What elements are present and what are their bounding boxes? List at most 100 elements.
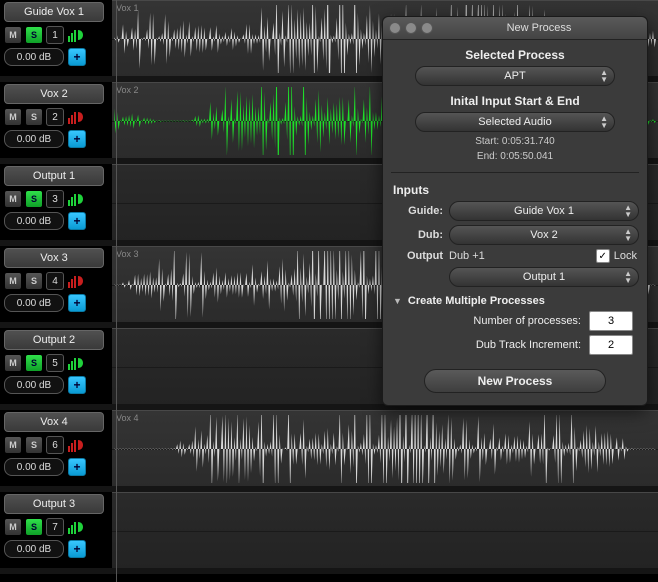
add-button[interactable]: +: [68, 540, 86, 558]
mute-button[interactable]: M: [4, 354, 22, 372]
gain-readout[interactable]: 0.00 dB: [4, 294, 64, 312]
speaker-icon[interactable]: [67, 109, 85, 125]
minimize-icon[interactable]: [405, 22, 417, 34]
updown-icon: ▲▼: [600, 69, 608, 83]
lock-label: Lock: [614, 250, 637, 262]
disclosure-triangle-icon: ▼: [393, 296, 402, 306]
dialog-titlebar[interactable]: New Process: [383, 17, 647, 40]
updown-icon: ▲▼: [600, 115, 608, 129]
gain-readout[interactable]: 0.00 dB: [4, 130, 64, 148]
mute-button[interactable]: M: [4, 272, 22, 290]
track-header: Vox 4 M S 6 0.00 dB +: [4, 412, 104, 486]
playhead[interactable]: [116, 0, 117, 582]
add-button[interactable]: +: [68, 376, 86, 394]
output-select[interactable]: Output 1 ▲▼: [449, 267, 639, 287]
gain-readout[interactable]: 0.00 dB: [4, 212, 64, 230]
dub-value: Vox 2: [530, 229, 558, 241]
track-row: Vox 4 M S 6 0.00 dB + Vox 4: [0, 410, 658, 486]
speaker-icon[interactable]: [67, 437, 85, 453]
mute-button[interactable]: M: [4, 26, 22, 44]
track-header: Vox 3 M S 4 0.00 dB +: [4, 248, 104, 322]
gain-readout[interactable]: 0.00 dB: [4, 458, 64, 476]
guide-value: Guide Vox 1: [514, 205, 574, 217]
window-controls: [389, 22, 433, 34]
add-button[interactable]: +: [68, 130, 86, 148]
selected-process-heading: Selected Process: [383, 48, 647, 62]
gain-readout[interactable]: 0.00 dB: [4, 540, 64, 558]
track-number[interactable]: 2: [46, 108, 64, 126]
start-time-label: Start: 0:05:31.740: [383, 136, 647, 147]
track-number[interactable]: 6: [46, 436, 64, 454]
speaker-icon[interactable]: [67, 273, 85, 289]
initial-input-heading: Inital Input Start & End: [383, 94, 647, 108]
track-name[interactable]: Vox 2: [4, 84, 104, 104]
dub-increment-label: Dub Track Increment:: [476, 339, 581, 351]
speaker-icon[interactable]: [67, 27, 85, 43]
dub-label: Dub:: [393, 229, 443, 241]
lane-divider: [112, 531, 658, 532]
mute-button[interactable]: M: [4, 518, 22, 536]
speaker-icon[interactable]: [67, 191, 85, 207]
gain-readout[interactable]: 0.00 dB: [4, 48, 64, 66]
track-header: Output 1 M S 3 0.00 dB +: [4, 166, 104, 240]
track-name[interactable]: Output 3: [4, 494, 104, 514]
track-number[interactable]: 1: [46, 26, 64, 44]
solo-button[interactable]: S: [25, 26, 43, 44]
dialog-title: New Process: [437, 22, 641, 34]
mute-button[interactable]: M: [4, 108, 22, 126]
updown-icon: ▲▼: [624, 270, 632, 284]
output-value: Output 1: [523, 271, 565, 283]
solo-button[interactable]: S: [25, 108, 43, 126]
mute-button[interactable]: M: [4, 436, 22, 454]
add-button[interactable]: +: [68, 212, 86, 230]
output-hint: Dub +1: [449, 250, 485, 262]
gain-readout[interactable]: 0.00 dB: [4, 376, 64, 394]
solo-button[interactable]: S: [25, 518, 43, 536]
add-button[interactable]: +: [68, 458, 86, 476]
track-number[interactable]: 3: [46, 190, 64, 208]
guide-select[interactable]: Guide Vox 1 ▲▼: [449, 201, 639, 221]
multi-disclosure[interactable]: ▼ Create Multiple Processes: [393, 295, 637, 307]
track-number[interactable]: 5: [46, 354, 64, 372]
selected-process-value: APT: [504, 70, 525, 82]
add-button[interactable]: +: [68, 48, 86, 66]
output-label: Output: [393, 250, 443, 262]
divider: [391, 172, 639, 173]
dub-increment-input[interactable]: 2: [589, 335, 633, 355]
inputs-heading: Inputs: [393, 183, 637, 197]
dub-select[interactable]: Vox 2 ▲▼: [449, 225, 639, 245]
speaker-icon[interactable]: [67, 519, 85, 535]
mute-button[interactable]: M: [4, 190, 22, 208]
track-header: Output 3 M S 7 0.00 dB +: [4, 494, 104, 568]
solo-button[interactable]: S: [25, 190, 43, 208]
add-button[interactable]: +: [68, 294, 86, 312]
zoom-icon[interactable]: [421, 22, 433, 34]
speaker-icon[interactable]: [67, 355, 85, 371]
track-name[interactable]: Output 2: [4, 330, 104, 350]
end-time-label: End: 0:05:50.041: [383, 151, 647, 162]
selected-process-select[interactable]: APT ▲▼: [415, 66, 615, 86]
num-processes-label: Number of processes:: [473, 315, 581, 327]
track-name[interactable]: Output 1: [4, 166, 104, 186]
track-header: Vox 2 M S 2 0.00 dB +: [4, 84, 104, 158]
close-icon[interactable]: [389, 22, 401, 34]
initial-input-select[interactable]: Selected Audio ▲▼: [415, 112, 615, 132]
guide-label: Guide:: [393, 205, 443, 217]
track-number[interactable]: 4: [46, 272, 64, 290]
track-name[interactable]: Vox 4: [4, 412, 104, 432]
solo-button[interactable]: S: [25, 272, 43, 290]
new-process-button[interactable]: New Process: [424, 369, 606, 393]
track-number[interactable]: 7: [46, 518, 64, 536]
lock-checkbox[interactable]: ✓: [596, 249, 610, 263]
waveform[interactable]: [114, 415, 656, 483]
track-name[interactable]: Guide Vox 1: [4, 2, 104, 22]
multi-label: Create Multiple Processes: [408, 295, 545, 307]
track-lane[interactable]: Vox 4: [112, 410, 658, 488]
solo-button[interactable]: S: [25, 354, 43, 372]
solo-button[interactable]: S: [25, 436, 43, 454]
new-process-dialog: New Process Selected Process APT ▲▼ Init…: [382, 16, 648, 406]
track-lane[interactable]: [112, 492, 658, 570]
num-processes-input[interactable]: 3: [589, 311, 633, 331]
initial-input-value: Selected Audio: [478, 116, 551, 128]
track-name[interactable]: Vox 3: [4, 248, 104, 268]
